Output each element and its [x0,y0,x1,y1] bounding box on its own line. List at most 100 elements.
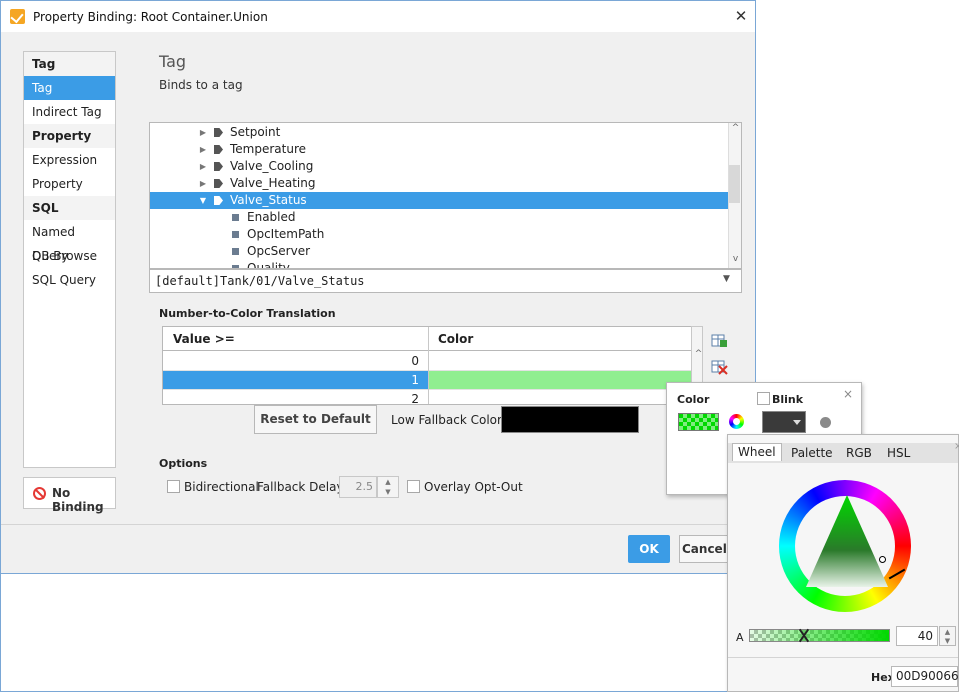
tree-item-label: OpcServer [247,244,311,258]
sidebar-item-named-query[interactable]: Named Query [24,220,115,263]
value-cell[interactable]: 2 [163,392,419,404]
tree-item-label: Quality [247,261,290,269]
panel-title: Tag [159,52,187,71]
blink-checkbox[interactable] [757,392,770,405]
options-section-title: Options [159,457,208,470]
low-fallback-color-label: Low Fallback Color: [391,413,506,427]
expand-arrow-icon[interactable]: ▶ [198,124,208,141]
color-cell[interactable] [429,352,691,370]
tag-folder-icon [214,196,223,205]
tree-item-quality[interactable]: Quality [150,260,728,269]
translation-section-title: Number-to-Color Translation [159,307,336,320]
alpha-slider[interactable] [749,629,890,642]
scroll-up-icon[interactable]: ^ [692,349,705,359]
overlay-opt-out-checkbox[interactable] [407,480,420,493]
reset-to-default-button[interactable]: Reset to Default [254,405,377,434]
close-icon[interactable]: × [843,387,853,401]
tree-item-opcitempath[interactable]: OpcItemPath [150,226,728,243]
tree-scroll-thumb[interactable] [729,165,740,203]
alpha-label: A [736,631,744,644]
property-binding-dialog: Property Binding: Root Container.Union ✕… [0,0,756,574]
tree-item-setpoint[interactable]: ▶ Setpoint [150,124,728,141]
sidebar-item-expression[interactable]: Expression [24,148,115,172]
scroll-up-icon[interactable]: ^ [729,123,742,133]
sidebar-item-tag[interactable]: Tag [24,76,115,100]
column-header-color[interactable]: Color [438,332,473,346]
collapse-arrow-icon[interactable]: ▼ [198,192,208,209]
close-icon[interactable]: × [954,441,959,452]
tag-leaf-icon [232,248,239,255]
value-cell[interactable]: 1 [163,373,419,387]
tree-item-valve-status[interactable]: ▼ Valve_Status [150,192,728,209]
value-cell[interactable]: 0 [163,354,419,368]
blink-color-dropdown[interactable] [762,411,806,433]
tag-leaf-icon [232,231,239,238]
tree-item-opcserver[interactable]: OpcServer [150,243,728,260]
add-row-icon[interactable] [708,331,730,351]
tag-path-field[interactable]: [default]Tank/01/Valve_Status [149,269,742,293]
tree-item-enabled[interactable]: Enabled [150,209,728,226]
column-divider [428,327,429,404]
table-row[interactable]: 1 [163,371,691,390]
sidebar-item-sql-query[interactable]: SQL Query [24,268,115,292]
no-entry-icon [33,487,46,500]
chevron-down-icon[interactable]: ▼ [723,274,730,284]
fallback-delay-label: Fallback Delay [257,480,344,494]
sidebar-header-sql: SQL [24,196,115,220]
tab-rgb[interactable]: RGB [841,445,877,463]
binding-type-sidebar: Tag Tag Indirect Tag Property Expression… [23,51,116,468]
hex-divider [728,657,958,658]
color-label: Color [677,393,710,406]
translation-table: Value >= Color 0 1 2 [162,326,692,405]
close-icon[interactable]: ✕ [731,7,751,27]
expand-arrow-icon[interactable]: ▶ [198,158,208,175]
footer-divider [1,524,755,525]
column-header-value[interactable]: Value >= [173,332,235,346]
low-fallback-color-swatch[interactable] [501,406,639,433]
spin-up-icon[interactable]: ▲ [378,477,398,487]
color-wheel-icon[interactable] [729,414,744,429]
tree-item-valve-cooling[interactable]: ▶ Valve_Cooling [150,158,728,175]
alpha-stepper[interactable]: ▲ ▼ [939,626,956,646]
tab-palette[interactable]: Palette [786,445,838,463]
sidebar-item-db-browse[interactable]: DB Browse [24,244,115,268]
tag-leaf-icon [232,214,239,221]
tree-item-label: Valve_Status [230,193,307,207]
tree-item-temperature[interactable]: ▶ Temperature [150,141,728,158]
color-swatch[interactable] [678,413,719,431]
sidebar-item-indirect-tag[interactable]: Indirect Tag [24,100,115,124]
alpha-slider-thumb[interactable] [799,628,809,643]
app-icon [10,9,25,24]
delete-row-icon[interactable] [708,357,730,377]
tag-tree: ▶ Setpoint ▶ Temperature ▶ Valve_Cooling… [149,122,742,269]
tree-item-valve-heating[interactable]: ▶ Valve_Heating [150,175,728,192]
title-bar: Property Binding: Root Container.Union ✕ [1,1,755,32]
bidirectional-label: Bidirectional [184,480,259,494]
tag-folder-icon [214,128,223,137]
table-row[interactable]: 0 [163,352,691,371]
alpha-input[interactable]: 40 [896,626,938,646]
color-selector-marker[interactable] [879,556,886,563]
fallback-delay-stepper[interactable]: ▲ ▼ [377,476,399,498]
expand-arrow-icon[interactable]: ▶ [198,141,208,158]
sidebar-header-tag: Tag [24,52,115,76]
no-binding-button[interactable]: No Binding [23,477,116,514]
spin-down-icon[interactable]: ▼ [940,636,955,646]
color-cell[interactable] [429,390,691,404]
overlay-opt-out-label: Overlay Opt-Out [424,480,523,494]
color-chooser-panel: Wheel Palette RGB HSL × A 40 ▲ ▼ Hex 00D… [727,434,959,692]
scroll-down-icon[interactable]: v [729,254,742,264]
bidirectional-checkbox[interactable] [167,480,180,493]
color-cell[interactable] [429,371,691,389]
tree-item-label: Temperature [230,142,307,156]
spin-down-icon[interactable]: ▼ [378,487,398,497]
fallback-delay-input[interactable]: 2.5 [339,476,377,498]
table-row[interactable]: 2 [163,390,691,404]
hex-input[interactable]: 00D90066 [891,666,959,687]
ok-button[interactable]: OK [628,535,670,563]
expand-arrow-icon[interactable]: ▶ [198,175,208,192]
table-header: Value >= Color [163,327,691,351]
sidebar-item-property[interactable]: Property [24,172,115,196]
tab-wheel[interactable]: Wheel [732,443,782,461]
tab-hsl[interactable]: HSL [882,445,915,463]
